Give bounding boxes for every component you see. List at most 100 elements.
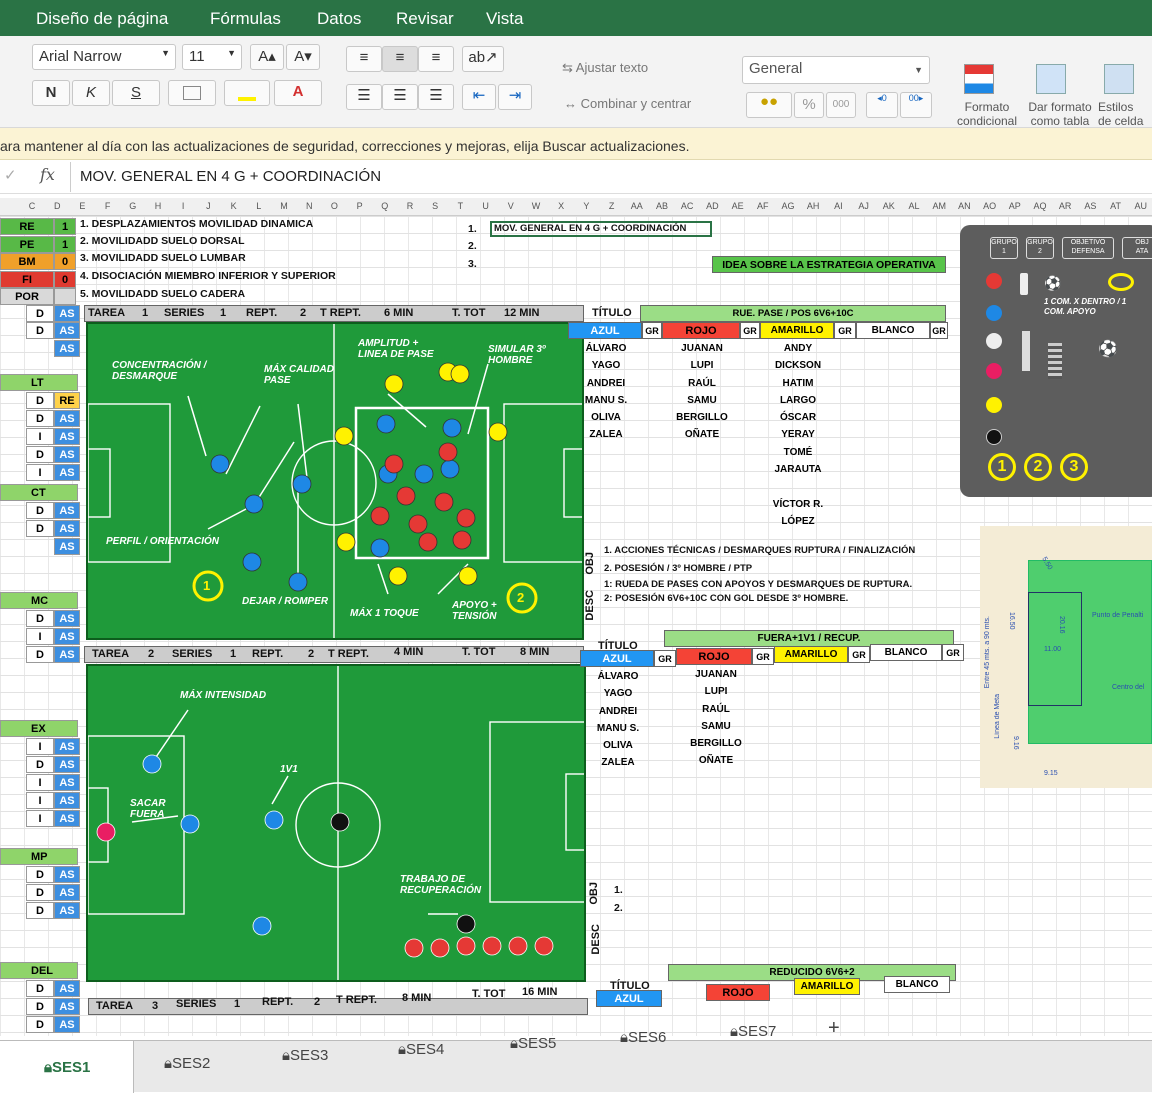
side-cell[interactable]: I	[26, 428, 54, 445]
side-cell[interactable]: D	[26, 998, 54, 1015]
column-header[interactable]: R	[398, 201, 422, 211]
align-right-button[interactable]: ☰	[418, 84, 454, 110]
intensity-cell[interactable]: AS	[54, 322, 80, 339]
column-header[interactable]: E	[70, 201, 94, 211]
intensity-cell[interactable]: AS	[54, 810, 80, 827]
intensity-cell[interactable]: AS	[54, 428, 80, 445]
menu-diseno[interactable]: Diseño de página	[36, 9, 168, 29]
align-middle-button[interactable]: ≡	[382, 46, 418, 72]
bold-button[interactable]: N	[32, 80, 70, 106]
menu-revisar[interactable]: Revisar	[396, 9, 454, 29]
side-cell[interactable]: I	[26, 774, 54, 791]
side-cell[interactable]: D	[26, 902, 54, 919]
column-header[interactable]: AS	[1078, 201, 1102, 211]
side-cell[interactable]: D	[26, 866, 54, 883]
merge-center-button[interactable]: ↔ Combinar y centrar	[564, 96, 691, 111]
column-header[interactable]: AM	[927, 201, 951, 211]
intensity-cell[interactable]: AS	[54, 980, 80, 997]
cone-icon[interactable]	[1020, 273, 1028, 295]
pink-player-icon[interactable]	[986, 363, 1002, 379]
yellow-player-icon[interactable]	[986, 397, 1002, 413]
black-player-icon[interactable]	[986, 429, 1002, 445]
column-header[interactable]: AU	[1129, 201, 1152, 211]
marker-2-icon[interactable]: 2	[1024, 453, 1052, 481]
defensa-button[interactable]: OBJETIVO DEFENSA	[1062, 237, 1114, 259]
orientation-button[interactable]: ab↗	[462, 46, 504, 72]
grupo1-button[interactable]: GRUPO 1	[990, 237, 1018, 259]
column-header[interactable]: AT	[1104, 201, 1128, 211]
decrease-decimal-button[interactable]: 00▸	[900, 92, 932, 118]
column-header[interactable]: Y	[574, 201, 598, 211]
intensity-cell[interactable]: AS	[54, 1016, 80, 1033]
side-cell[interactable]: D	[26, 980, 54, 997]
intensity-cell[interactable]: AS	[54, 305, 80, 322]
column-header[interactable]: M	[272, 201, 296, 211]
ring-icon[interactable]	[1108, 273, 1134, 291]
red-player-icon[interactable]	[986, 273, 1002, 289]
intensity-cell[interactable]: AS	[54, 884, 80, 901]
decrease-indent-button[interactable]: ⇤	[462, 84, 496, 110]
intensity-cell[interactable]: AS	[54, 340, 80, 357]
marker-3-icon[interactable]: 3	[1060, 453, 1088, 481]
column-header[interactable]: D	[45, 201, 69, 211]
fill-color-button[interactable]	[224, 80, 270, 106]
intensity-cell[interactable]: AS	[54, 756, 80, 773]
intensity-cell[interactable]: AS	[54, 792, 80, 809]
percent-button[interactable]: %	[794, 92, 824, 118]
side-cell[interactable]: D	[26, 884, 54, 901]
column-header[interactable]: AO	[978, 201, 1002, 211]
column-header[interactable]: AH	[801, 201, 825, 211]
increase-indent-button[interactable]: ⇥	[498, 84, 532, 110]
side-cell[interactable]: D	[26, 410, 54, 427]
cell-styles-button[interactable]: Estilos de celda	[1098, 100, 1152, 128]
column-header[interactable]: AF	[751, 201, 775, 211]
menu-datos[interactable]: Datos	[317, 9, 361, 29]
column-header[interactable]: K	[222, 201, 246, 211]
column-header[interactable]: AC	[675, 201, 699, 211]
side-cell[interactable]: D	[26, 502, 54, 519]
column-header[interactable]: AR	[1053, 201, 1077, 211]
intensity-cell[interactable]: AS	[54, 538, 80, 555]
side-cell[interactable]: I	[26, 628, 54, 645]
intensity-cell[interactable]: RE	[54, 392, 80, 409]
marker-1-icon[interactable]: 1	[988, 453, 1016, 481]
fx-icon[interactable]: fx	[40, 165, 55, 184]
check-icon[interactable]: ✓	[4, 166, 17, 184]
side-cell[interactable]: D	[26, 520, 54, 537]
ball-icon[interactable]: ⚽	[1044, 275, 1061, 292]
column-header[interactable]: AQ	[1028, 201, 1052, 211]
column-header[interactable]: AN	[952, 201, 976, 211]
column-header[interactable]: L	[247, 201, 271, 211]
column-header[interactable]: U	[474, 201, 498, 211]
intensity-cell[interactable]: AS	[54, 774, 80, 791]
column-header[interactable]: O	[322, 201, 346, 211]
side-cell[interactable]: D	[26, 1016, 54, 1033]
column-header[interactable]: AD	[700, 201, 724, 211]
tab-ses7[interactable]: 🔒︎SES7	[730, 1023, 776, 1040]
column-header[interactable]: F	[96, 201, 120, 211]
grupo2-button[interactable]: GRUPO 2	[1026, 237, 1054, 259]
tab-ses3[interactable]: 🔒︎SES3	[282, 1047, 328, 1064]
shrink-font-button[interactable]: A▾	[286, 44, 320, 70]
cond-format-button[interactable]: Formato condicional	[950, 100, 1024, 128]
tab-ses6[interactable]: 🔒︎SES6	[620, 1029, 666, 1046]
column-header[interactable]: AE	[726, 201, 750, 211]
side-cell[interactable]: I	[26, 738, 54, 755]
tab-ses4[interactable]: 🔒︎SES4	[398, 1041, 444, 1058]
intensity-cell[interactable]: AS	[54, 410, 80, 427]
tab-ses2[interactable]: 🔒︎SES2	[164, 1055, 210, 1072]
grow-font-button[interactable]: A▴	[250, 44, 284, 70]
column-header[interactable]: AA	[625, 201, 649, 211]
side-cell[interactable]: D	[26, 446, 54, 463]
selected-cell[interactable]: MOV. GENERAL EN 4 G + COORDINACIÓN	[490, 221, 712, 237]
formula-input[interactable]: MOV. GENERAL EN 4 G + COORDINACIÓN	[80, 168, 381, 185]
intensity-cell[interactable]: AS	[54, 520, 80, 537]
align-bottom-button[interactable]: ≡	[418, 46, 454, 72]
side-cell[interactable]: D	[26, 305, 54, 322]
intensity-cell[interactable]: AS	[54, 628, 80, 645]
column-header[interactable]: AP	[1003, 201, 1027, 211]
font-size-select[interactable]: 11 ▼	[182, 44, 242, 70]
side-cell[interactable]: D	[26, 392, 54, 409]
intensity-cell[interactable]: AS	[54, 866, 80, 883]
column-header[interactable]: W	[524, 201, 548, 211]
